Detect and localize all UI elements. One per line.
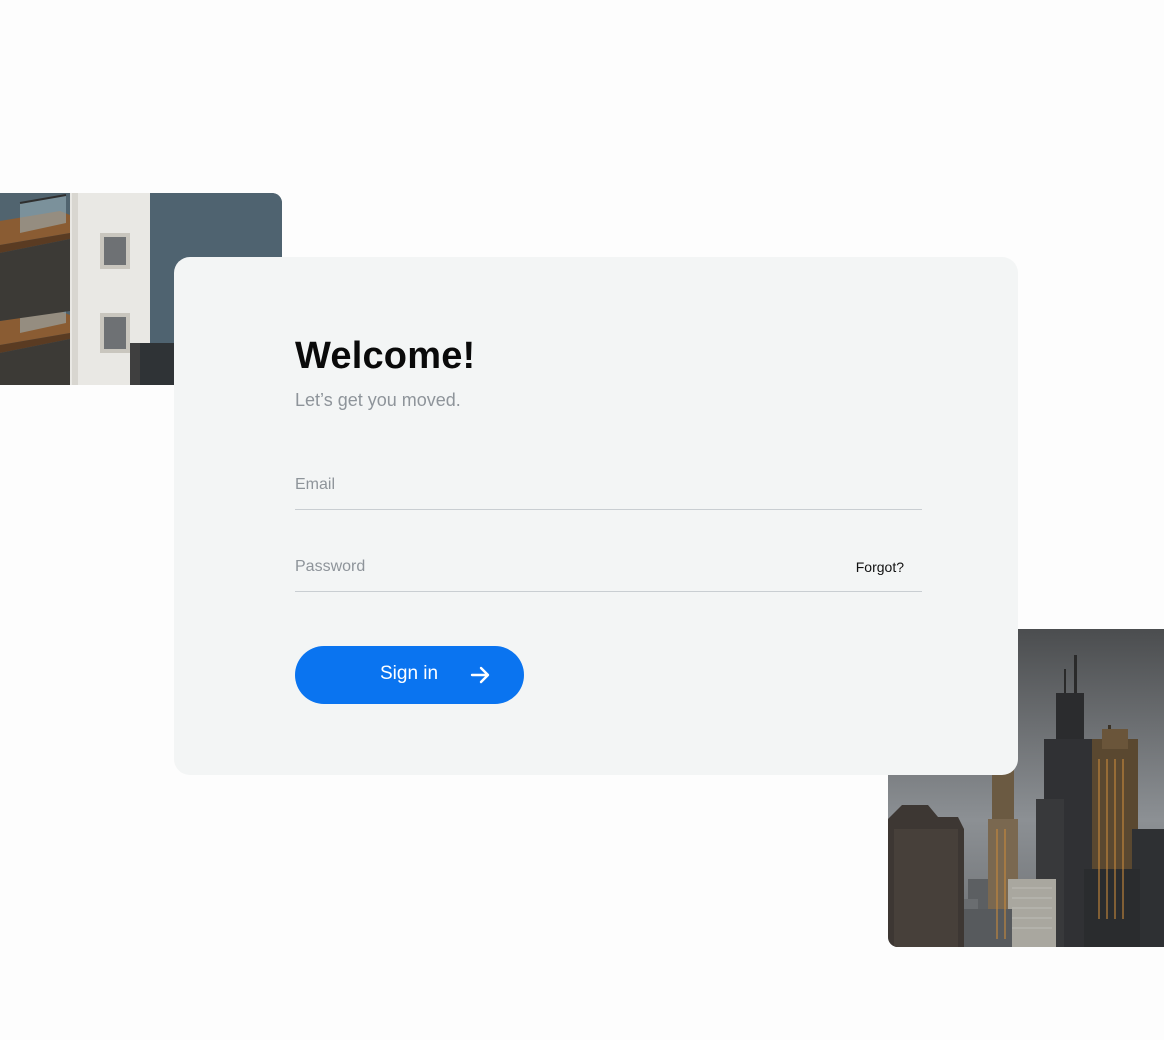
page-subtitle: Let’s get you moved. — [295, 390, 461, 410]
password-field: Forgot? — [295, 544, 922, 592]
email-field — [295, 462, 922, 510]
email-input[interactable] — [295, 462, 835, 508]
page-title: Welcome! — [295, 335, 476, 377]
password-input[interactable] — [295, 544, 835, 590]
sign-in-label: Sign in — [380, 663, 439, 684]
forgot-password-link[interactable]: Forgot? — [856, 559, 904, 575]
arrow-right-icon — [470, 665, 490, 685]
login-card: Welcome! Let’s get you moved. Forgot? Si… — [174, 257, 1018, 775]
sign-in-button[interactable]: Sign in — [295, 646, 524, 704]
